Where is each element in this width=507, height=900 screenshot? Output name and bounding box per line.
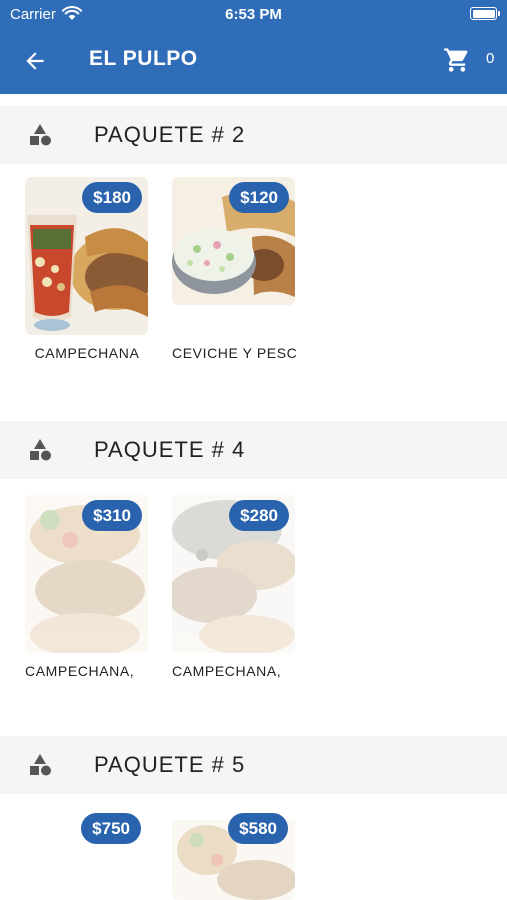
product-card[interactable]: $280 CAMPECHANA, bbox=[172, 495, 296, 679]
product-image: $580 bbox=[172, 810, 295, 900]
section-title: PAQUETE # 2 bbox=[94, 122, 246, 147]
product-name: CAMPECHANA, bbox=[25, 663, 135, 679]
category-shapes-icon bbox=[27, 752, 53, 778]
product-card[interactable]: $580 bbox=[172, 810, 296, 900]
product-name: CEVICHE Y PESCADO bbox=[172, 345, 296, 361]
product-image: $120 bbox=[172, 177, 295, 305]
product-card[interactable]: $180 CAMPECHANA bbox=[25, 177, 149, 361]
price-badge: $750 bbox=[81, 813, 141, 844]
status-bar: Carrier 6:53 PM bbox=[0, 0, 507, 28]
battery-icon bbox=[470, 7, 500, 20]
price-badge: $580 bbox=[228, 813, 288, 844]
product-image: $280 bbox=[172, 495, 295, 653]
shopping-cart-icon[interactable] bbox=[443, 46, 471, 74]
section-title: PAQUETE # 4 bbox=[94, 437, 246, 462]
product-image: $180 bbox=[25, 177, 148, 335]
page-title: EL PULPO bbox=[89, 47, 198, 70]
product-name: CAMPECHANA bbox=[34, 345, 140, 361]
price-badge: $280 bbox=[229, 500, 289, 531]
section-header-paquete-5[interactable]: PAQUETE # 5 bbox=[0, 736, 507, 794]
category-shapes-icon bbox=[27, 122, 53, 148]
cart-count[interactable]: 0 bbox=[486, 50, 494, 67]
app-bar: EL PULPO 0 bbox=[0, 28, 507, 94]
product-name: CAMPECHANA, bbox=[172, 663, 282, 679]
product-card[interactable]: $120 CEVICHE Y PESCADO bbox=[172, 177, 296, 361]
price-badge: $180 bbox=[82, 182, 142, 213]
section-header-paquete-2[interactable]: PAQUETE # 2 bbox=[0, 106, 507, 164]
price-badge: $120 bbox=[229, 182, 289, 213]
section-header-paquete-4[interactable]: PAQUETE # 4 bbox=[0, 421, 507, 479]
battery-level bbox=[472, 9, 495, 18]
section-title: PAQUETE # 5 bbox=[94, 752, 246, 777]
back-arrow-icon[interactable] bbox=[22, 48, 48, 74]
price-badge: $310 bbox=[82, 500, 142, 531]
product-card[interactable]: $750 bbox=[25, 810, 149, 900]
product-image: $310 bbox=[25, 495, 148, 653]
product-card[interactable]: $310 CAMPECHANA, bbox=[25, 495, 149, 679]
product-image: $750 bbox=[25, 810, 148, 900]
clock-label: 6:53 PM bbox=[225, 6, 282, 23]
category-shapes-icon bbox=[27, 437, 53, 463]
